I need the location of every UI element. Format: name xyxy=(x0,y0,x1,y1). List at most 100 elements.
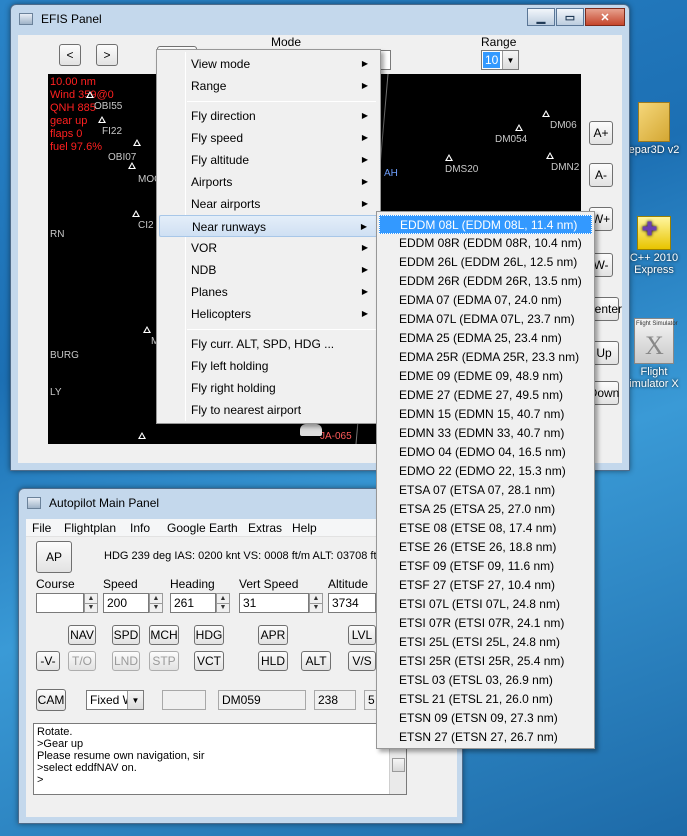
menu-file[interactable]: File xyxy=(32,521,51,535)
runway-item[interactable]: ETSA 25 (ETSA 25, 27.0 nm) xyxy=(379,500,592,519)
runway-item[interactable]: ETSE 26 (ETSE 26, 18.8 nm) xyxy=(379,538,592,557)
runway-item[interactable]: EDDM 26R (EDDM 26R, 13.5 nm) xyxy=(379,272,592,291)
chevron-right-icon: ▶ xyxy=(361,111,368,120)
lvl-button[interactable]: LVL xyxy=(348,625,376,645)
runway-item[interactable]: ETSI 25R (ETSI 25R, 25.4 nm) xyxy=(379,652,592,671)
menu-item-fly-nearest-airport[interactable]: Fly to nearest airport xyxy=(159,399,378,421)
menu-item-fly-altitude[interactable]: Fly altitude ▶ xyxy=(159,149,378,171)
nav-button[interactable]: NAV xyxy=(68,625,96,645)
efis-titlebar[interactable]: EFIS Panel ▁ ▭ ✕ xyxy=(11,5,629,33)
chevron-right-icon: ▶ xyxy=(361,243,368,252)
menu-item-fly-speed[interactable]: Fly speed ▶ xyxy=(159,127,378,149)
runway-item[interactable]: EDDM 08L (EDDM 08L, 11.4 nm) xyxy=(379,215,592,234)
takeoff-button[interactable]: T/O xyxy=(68,651,96,671)
desktop-icon-vcpp[interactable]: ✚ C++ 2010 Express xyxy=(624,216,684,276)
runway-item[interactable]: ETSN 27 (ETSN 27, 26.7 nm) xyxy=(379,728,592,747)
menu-info[interactable]: Info xyxy=(130,521,150,535)
apr-button[interactable]: APR xyxy=(258,625,288,645)
menu-item-fly-left-holding[interactable]: Fly left holding xyxy=(159,355,378,377)
plane-icon xyxy=(300,424,322,436)
menu-flightplan[interactable]: Flightplan xyxy=(64,521,116,535)
mch-button[interactable]: MCH xyxy=(149,625,179,645)
menu-item-airports[interactable]: Airports ▶ xyxy=(159,171,378,193)
runway-item[interactable]: EDMO 22 (EDMO 22, 15.3 nm) xyxy=(379,462,592,481)
stp-button[interactable]: STP xyxy=(149,651,179,671)
scroll-thumb[interactable] xyxy=(392,758,405,772)
minimize-button[interactable]: ▁ xyxy=(527,8,555,26)
runway-item[interactable]: ETSI 07L (ETSI 07L, 24.8 nm) xyxy=(379,595,592,614)
close-button[interactable]: ✕ xyxy=(585,8,625,26)
runway-item[interactable]: ETSF 27 (ETSF 27, 10.4 nm) xyxy=(379,576,592,595)
overlay-flaps: flaps 0 xyxy=(50,128,83,140)
runway-item[interactable]: EDME 09 (EDME 09, 48.9 nm) xyxy=(379,367,592,386)
zoom-out-button[interactable]: A- xyxy=(589,163,613,187)
menu-item-view-mode[interactable]: View mode ▶ xyxy=(159,53,378,75)
runway-item[interactable]: ETSN 09 (ETSN 09, 27.3 nm) xyxy=(379,709,592,728)
runway-item[interactable]: ETSI 25L (ETSI 25L, 24.8 nm) xyxy=(379,633,592,652)
course-input[interactable] xyxy=(36,593,84,613)
menu-help[interactable]: Help xyxy=(292,521,317,535)
runway-item[interactable]: EDMN 33 (EDMN 33, 40.7 nm) xyxy=(379,424,592,443)
vert-speed-input[interactable]: 31 xyxy=(239,593,309,613)
runway-item[interactable]: EDMA 07 (EDMA 07, 24.0 nm) xyxy=(379,291,592,310)
speed-input[interactable]: 200 xyxy=(103,593,149,613)
fixed-select[interactable]: Fixed W ▼ xyxy=(86,690,144,710)
zoom-in-button[interactable]: A+ xyxy=(589,121,613,145)
runway-item[interactable]: EDMN 15 (EDMN 15, 40.7 nm) xyxy=(379,405,592,424)
vct-button[interactable]: VCT xyxy=(194,651,224,671)
runway-item[interactable]: EDDM 26L (EDDM 26L, 12.5 nm) xyxy=(379,253,592,272)
menu-item-ndb[interactable]: NDB ▶ xyxy=(159,259,378,281)
runway-item[interactable]: EDMO 04 (EDMO 04, 16.5 nm) xyxy=(379,443,592,462)
runway-item[interactable]: EDDM 08R (EDDM 08R, 10.4 nm) xyxy=(379,234,592,253)
menu-item-fly-direction[interactable]: Fly direction ▶ xyxy=(159,105,378,127)
menu-item-fly-right-holding[interactable]: Fly right holding xyxy=(159,377,378,399)
runway-item[interactable]: EDMA 25R (EDMA 25R, 23.3 nm) xyxy=(379,348,592,367)
app-icon xyxy=(27,497,41,509)
vert-speed-stepper[interactable]: ▲ ▼ xyxy=(309,593,323,613)
lnd-button[interactable]: LND xyxy=(112,651,140,671)
menu-item-near-airports[interactable]: Near airports ▶ xyxy=(159,193,378,215)
menu-item-label: Helicopters xyxy=(191,307,252,321)
speed-stepper[interactable]: ▲ ▼ xyxy=(149,593,163,613)
menu-google-earth[interactable]: Google Earth xyxy=(167,521,238,535)
ap-button[interactable]: AP xyxy=(36,541,72,573)
runway-item[interactable]: EDMA 25 (EDMA 25, 23.4 nm) xyxy=(379,329,592,348)
altitude-input[interactable]: 3734 xyxy=(328,593,376,613)
runway-item[interactable]: EDME 27 (EDME 27, 49.5 nm) xyxy=(379,386,592,405)
menu-extras[interactable]: Extras xyxy=(248,521,282,535)
desktop-icon-fsx[interactable]: Flight Simulator X Flight imulator X xyxy=(624,318,684,390)
prev-button[interactable]: < xyxy=(59,44,81,66)
runway-item[interactable]: EDMA 07L (EDMA 07L, 23.7 nm) xyxy=(379,310,592,329)
runway-item[interactable]: ETSE 08 (ETSE 08, 17.4 nm) xyxy=(379,519,592,538)
menu-item-range[interactable]: Range ▶ xyxy=(159,75,378,97)
runway-item-label: ETSI 25L (ETSI 25L, 24.8 nm) xyxy=(399,635,560,649)
spd-button[interactable]: SPD xyxy=(112,625,140,645)
heading-input[interactable]: 261 xyxy=(170,593,216,613)
runway-item[interactable]: ETSI 07R (ETSI 07R, 24.1 nm) xyxy=(379,614,592,633)
hdg-button[interactable]: HDG xyxy=(194,625,224,645)
vs-button[interactable]: V/S xyxy=(348,651,376,671)
menu-item-planes[interactable]: Planes ▶ xyxy=(159,281,378,303)
menu-item-fly-current[interactable]: Fly curr. ALT, SPD, HDG ... xyxy=(159,333,378,355)
heading-stepper[interactable]: ▲ ▼ xyxy=(216,593,230,613)
folder-icon xyxy=(638,102,670,142)
runway-item[interactable]: ETSF 09 (ETSF 09, 11.6 nm) xyxy=(379,557,592,576)
runway-item[interactable]: ETSL 03 (ETSL 03, 26.9 nm) xyxy=(379,671,592,690)
cam-button[interactable]: CAM xyxy=(36,689,66,711)
menu-item-near-runways[interactable]: Near runways ▶ xyxy=(159,215,378,237)
hld-button[interactable]: HLD xyxy=(258,651,288,671)
course-stepper[interactable]: ▲ ▼ xyxy=(84,593,98,613)
runway-item[interactable]: ETSA 07 (ETSA 07, 28.1 nm) xyxy=(379,481,592,500)
maximize-button[interactable]: ▭ xyxy=(556,8,584,26)
next-button[interactable]: > xyxy=(96,44,118,66)
map-label: LY xyxy=(50,387,62,398)
desktop-icon-label: epar3D v2 xyxy=(628,144,680,156)
alt-button[interactable]: ALT xyxy=(301,651,331,671)
log-textarea[interactable]: Rotate. >Gear up Please resume own navig… xyxy=(33,723,407,795)
menu-item-helicopters[interactable]: Helicopters ▶ xyxy=(159,303,378,325)
minus-v-button[interactable]: -V- xyxy=(36,651,60,671)
desktop-icon-prepar3d[interactable]: epar3D v2 xyxy=(624,102,684,156)
runway-item[interactable]: ETSL 21 (ETSL 21, 26.0 nm) xyxy=(379,690,592,709)
range-select[interactable]: 10 ▼ xyxy=(481,50,519,70)
menu-item-vor[interactable]: VOR ▶ xyxy=(159,237,378,259)
